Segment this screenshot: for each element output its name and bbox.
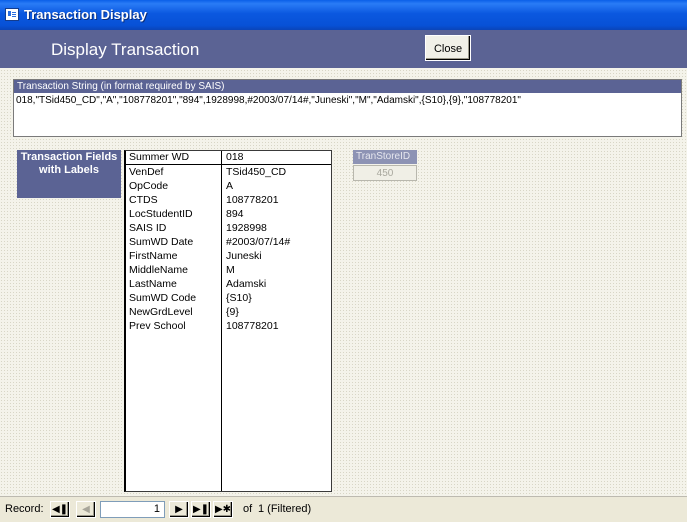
field-value: Adamski xyxy=(226,278,267,290)
field-row: SumWD Date #2003/07/14# xyxy=(126,235,331,249)
field-value: 1928998 xyxy=(226,222,267,234)
field-label: Prev School xyxy=(129,320,186,332)
field-row: SAIS ID 1928998 xyxy=(126,221,331,235)
record-total-text: 1 (Filtered) xyxy=(258,503,312,515)
form-body: Display Transaction Close Transaction St… xyxy=(0,30,687,496)
field-label: SumWD Code xyxy=(129,292,197,304)
close-button[interactable]: Close xyxy=(425,35,471,61)
field-label: Summer WD xyxy=(129,151,190,163)
field-label: LocStudentID xyxy=(129,208,193,220)
field-row: OpCode A xyxy=(126,179,331,193)
transaction-string-field[interactable]: 018,"TSid450_CD","A","108778201","894",1… xyxy=(14,93,681,108)
field-label: CTDS xyxy=(129,194,158,206)
field-row: CTDS 108778201 xyxy=(126,193,331,207)
field-value: A xyxy=(226,180,234,192)
field-row: LocStudentID 894 xyxy=(126,207,331,221)
tran-store-id-field: 450 xyxy=(353,165,417,181)
field-value: 108778201 xyxy=(226,320,279,332)
field-label: SAIS ID xyxy=(129,222,167,234)
transaction-string-label: Transaction String (in format required b… xyxy=(14,80,681,93)
first-record-icon[interactable]: ◀❚ xyxy=(50,501,70,518)
record-of-text: of xyxy=(243,503,253,515)
field-label: FirstName xyxy=(129,250,178,262)
page-title: Display Transaction xyxy=(51,40,200,59)
previous-record-icon[interactable]: ◀ xyxy=(76,501,96,518)
fields-table[interactable]: Summer WD 018 VenDef TSid450_CD OpCode A CTDS 1… xyxy=(124,150,332,492)
transaction-string-box: Transaction String (in format required b… xyxy=(13,79,682,137)
field-row: MiddleName M xyxy=(126,263,331,277)
field-value: 108778201 xyxy=(226,194,279,206)
field-label: OpCode xyxy=(129,180,169,192)
title-bar: Transaction Display xyxy=(0,0,687,30)
field-label: MiddleName xyxy=(129,264,188,276)
field-value: M xyxy=(226,264,235,276)
last-record-icon[interactable]: ▶❚ xyxy=(191,501,211,518)
field-row: Summer WD 018 xyxy=(126,151,331,165)
tran-store-id-label: TranStoreID xyxy=(353,150,417,164)
field-label: VenDef xyxy=(129,166,164,178)
field-label: NewGrdLevel xyxy=(129,306,193,318)
window-title: Transaction Display xyxy=(24,7,147,22)
field-value: {S10} xyxy=(226,292,252,304)
field-row: Prev School 108778201 xyxy=(126,319,331,333)
field-row: LastName Adamski xyxy=(126,277,331,291)
record-navigation-bar: Record: ◀❚ ◀ 1 ▶ ▶❚ ▶✱ of 1 (Filtered) xyxy=(0,496,687,522)
new-record-icon[interactable]: ▶✱ xyxy=(213,501,233,518)
field-label: SumWD Date xyxy=(129,236,194,248)
field-label: LastName xyxy=(129,278,177,290)
field-value: TSid450_CD xyxy=(226,166,287,178)
field-value: Juneski xyxy=(226,250,262,262)
record-label: Record: xyxy=(5,503,44,515)
fields-panel-label: Transaction Fields with Labels xyxy=(17,150,121,198)
field-value: #2003/07/14# xyxy=(226,236,291,248)
next-record-icon[interactable]: ▶ xyxy=(169,501,189,518)
field-row: SumWD Code {S10} xyxy=(126,291,331,305)
record-number-input[interactable]: 1 xyxy=(100,501,165,518)
field-value: {9} xyxy=(226,306,239,318)
field-value: 018 xyxy=(226,151,244,163)
field-row: FirstName Juneski xyxy=(126,249,331,263)
form-header: Display Transaction Close xyxy=(0,30,687,68)
field-row: NewGrdLevel {9} xyxy=(126,305,331,319)
field-row: VenDef TSid450_CD xyxy=(126,165,331,179)
field-value: 894 xyxy=(226,208,244,220)
form-icon[interactable] xyxy=(5,8,19,21)
